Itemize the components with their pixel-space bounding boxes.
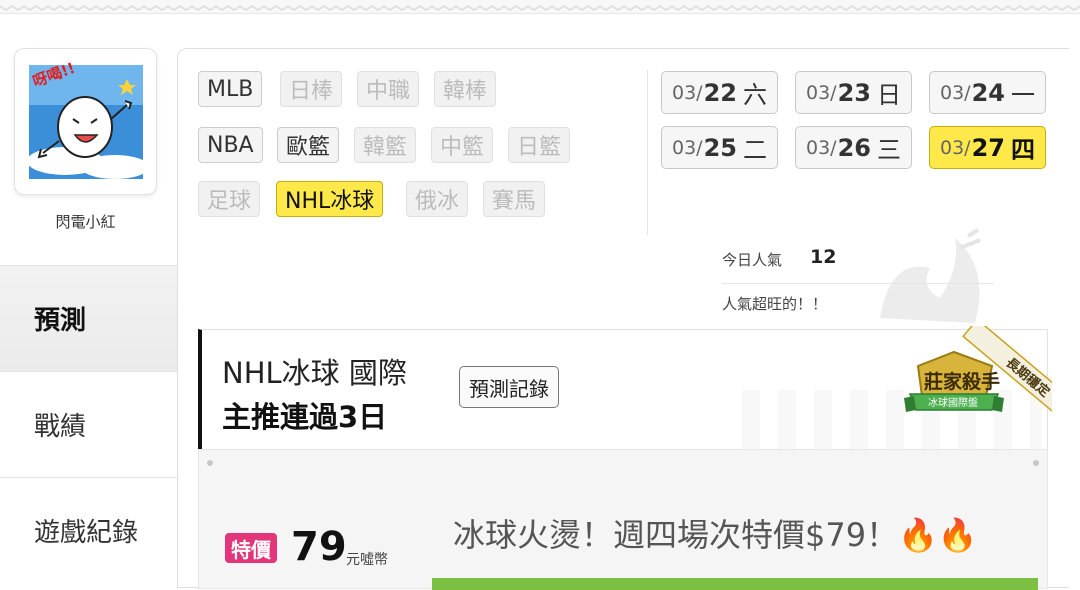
promo-currency: 元噓幣 (346, 552, 388, 568)
side-nav-record[interactable]: 戰績 (0, 371, 178, 477)
date-button-0325[interactable]: 03/25 二 (661, 126, 778, 169)
sport-tag-china-basketball[interactable]: 中籃 (431, 127, 494, 163)
promo-price: 79 (291, 524, 347, 570)
popularity-value: 12 (810, 246, 837, 268)
side-nav-game-history[interactable]: 遊戲紀錄 (0, 477, 178, 583)
sport-tag-nhl[interactable]: NHL冰球 (276, 181, 384, 217)
date-day: 27 (971, 133, 1005, 162)
date-weekday: 六 (742, 81, 767, 109)
special-price-badge: 特價 (225, 533, 277, 563)
promo-buy-button[interactable] (432, 578, 1038, 590)
date-day: 22 (703, 78, 737, 107)
achievement-badge: 長期穩定 莊家殺手 冰球國際盤 (894, 326, 1052, 450)
sport-tag-khl[interactable]: 俄冰 (406, 181, 469, 217)
date-button-0327[interactable]: 03/27 四 (929, 126, 1046, 169)
date-month: 03/ (940, 136, 971, 159)
background-decoration (880, 228, 981, 323)
sport-tag-japan-basketball[interactable]: 日籃 (508, 127, 571, 163)
sport-tag-korea-basketball[interactable]: 韓籃 (354, 127, 417, 163)
badge-title-text: 莊家殺手 (924, 370, 1000, 393)
date-weekday: 日 (876, 81, 901, 109)
date-month: 03/ (672, 81, 703, 104)
date-month: 03/ (806, 81, 837, 104)
user-avatar[interactable]: 呀喝!! (14, 48, 157, 195)
prediction-title: NHL冰球 國際 (222, 356, 407, 390)
date-weekday: 二 (742, 136, 767, 164)
pin-icon (1033, 460, 1039, 466)
sport-tag-cpbl[interactable]: 中職 (357, 71, 420, 107)
side-nav-label: 預測 (34, 306, 87, 336)
prediction-subtitle: 主推連過3日 (222, 400, 388, 434)
sport-tag-mlb[interactable]: MLB (198, 71, 263, 107)
divider (647, 70, 648, 235)
sport-tag-npb[interactable]: 日棒 (280, 71, 343, 107)
avatar-cartoon-image: 呀喝!! (27, 59, 149, 179)
date-day: 26 (837, 133, 871, 162)
prediction-header-card: NHL冰球 國際 主推連過3日 預測記錄 長期穩定 莊家殺手 冰球國際盤 (198, 326, 1052, 450)
pin-icon (207, 460, 213, 466)
svg-text:莊家殺手: 莊家殺手 (924, 370, 1000, 393)
badge-graphic: 長期穩定 莊家殺手 冰球國際盤 (904, 326, 1052, 421)
date-button-0324[interactable]: 03/24 一 (929, 71, 1046, 114)
svg-text:冰球國際盤: 冰球國際盤 (928, 396, 978, 409)
side-nav-prediction[interactable]: 預測 (0, 265, 178, 371)
sport-tag-soccer[interactable]: 足球 (198, 181, 261, 217)
sport-tag-nba[interactable]: NBA (198, 127, 263, 163)
date-button-0323[interactable]: 03/23 日 (795, 71, 912, 114)
side-nav-label: 遊戲紀錄 (34, 518, 139, 548)
sport-tag-kbo[interactable]: 韓棒 (434, 71, 497, 107)
date-day: 24 (971, 78, 1005, 107)
prediction-record-button[interactable]: 預測記錄 (459, 366, 559, 408)
date-weekday: 四 (1010, 136, 1035, 164)
side-navigation: 預測 戰績 遊戲紀錄 (0, 265, 178, 584)
divider (722, 283, 994, 284)
date-weekday: 一 (1010, 81, 1035, 109)
sport-tag-horse-racing[interactable]: 賽馬 (483, 181, 546, 217)
sport-tag-euro-basketball[interactable]: 歐籃 (277, 127, 340, 163)
popularity-message: 人氣超旺的！！ (722, 295, 828, 313)
promo-panel: 特價 79 元噓幣 冰球火燙！週四場次特價$79！🔥🔥 (198, 449, 1048, 590)
promo-headline: 冰球火燙！週四場次特價$79！🔥🔥 (453, 516, 978, 554)
date-month: 03/ (806, 136, 837, 159)
side-nav-label: 戰績 (34, 412, 87, 442)
date-month: 03/ (672, 136, 703, 159)
date-button-0322[interactable]: 03/22 六 (661, 71, 778, 114)
date-month: 03/ (940, 81, 971, 104)
popularity-label: 今日人氣 (722, 251, 783, 269)
date-button-0326[interactable]: 03/26 三 (795, 126, 912, 169)
top-decorative-border (0, 0, 1080, 14)
user-name: 閃電小紅 (55, 213, 116, 231)
date-weekday: 三 (876, 136, 901, 164)
date-day: 25 (703, 133, 737, 162)
date-day: 23 (837, 78, 871, 107)
badge-subtitle-text: 冰球國際盤 (928, 396, 978, 409)
